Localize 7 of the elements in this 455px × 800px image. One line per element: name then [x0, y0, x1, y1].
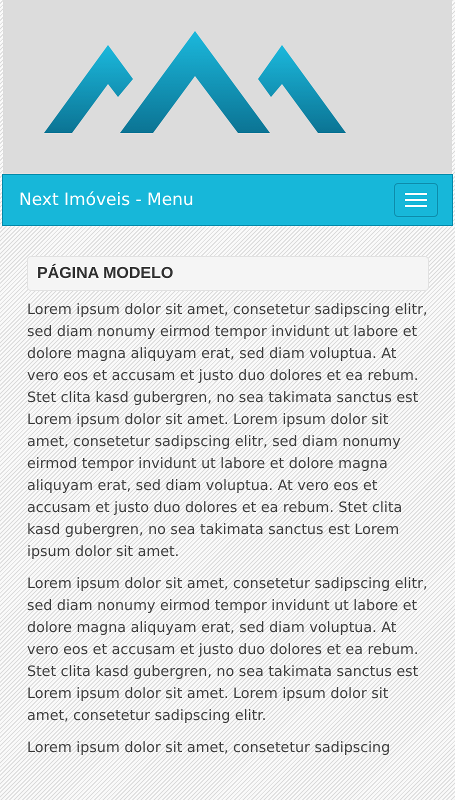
- navbar-brand[interactable]: Next Imóveis - Menu: [19, 190, 194, 210]
- paragraph: Lorem ipsum dolor sit amet, consetetur sadipscing elitr, sed diam nonumy eirmod tempor invidunt ut labore et dolore magna aliquyam erat, sed diam voluptua. At vero eos et accusam et justo duo dolores et ea rebum. Stet clita kasd gubergren, no sea takimata sanctus est Lorem ipsum dolor sit amet. Lorem ipsum dolor sit amet, consetetur sadipscing elitr.: [27, 575, 429, 726]
- page-heading: PÁGINA MODELO: [27, 256, 429, 291]
- menu-button[interactable]: [394, 183, 438, 217]
- paragraph: Lorem ipsum dolor sit amet, consetetur sadipscing: [27, 739, 392, 758]
- menu-icon: [405, 193, 427, 207]
- paragraph: Lorem ipsum dolor sit amet, consetetur sadipscing elitr, sed diam nonumy eirmod tempor invidunt ut labore et dolore magna aliquyam erat, sed diam voluptua. At vero eos et accusam et justo duo dolores et ea rebum. Stet clita kasd gubergren, no sea takimata sanctus est Lorem ipsum dolor sit amet. Lorem ipsum dolor sit amet, consetetur sadipscing elitr, sed diam nonumy eirmod tempor invidunt ut labore et dolore magna aliquyam erat, sed diam voluptua. At vero eos et accusam et justo duo dolores et ea rebum. Stet clita kasd gubergren, no sea takimata sanctus est Lorem ipsum dolor sit amet.: [27, 301, 429, 562]
